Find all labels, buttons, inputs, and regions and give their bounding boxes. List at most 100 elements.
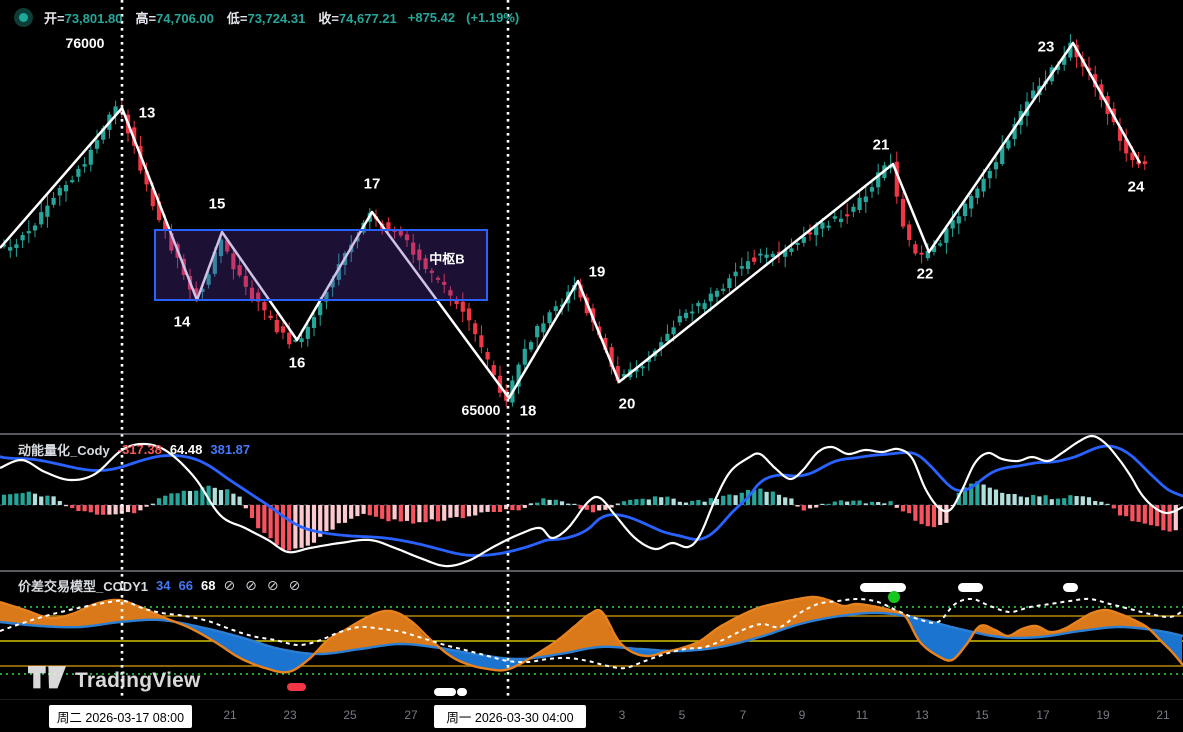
osc-hist-bar xyxy=(231,494,235,505)
osc-hist-bar xyxy=(1149,505,1153,525)
osc-hist-bar xyxy=(262,505,266,533)
candle-body xyxy=(39,212,43,224)
candle-body xyxy=(473,323,477,334)
osc-hist-bar xyxy=(634,499,638,505)
flag-icon-2: ⊘ xyxy=(245,577,259,594)
ohlc-change: +875.42 xyxy=(408,10,455,25)
time-tick-label: 17 xyxy=(1036,708,1049,722)
time-tick-label: 3 xyxy=(619,708,626,722)
osc-hist-bar xyxy=(876,502,880,505)
time-axis[interactable]: 周二 2026-03-17 08:00 周一 2026-03-30 04:00 … xyxy=(0,700,1183,732)
osc-hist-bar xyxy=(27,492,31,505)
osc-hist-bar xyxy=(21,493,25,505)
osc-hist-bar xyxy=(188,491,192,505)
candle-body xyxy=(14,244,18,248)
osc-hist-bar xyxy=(213,488,217,505)
osc-hist-bar xyxy=(324,505,328,531)
osc-hist-bar xyxy=(492,505,496,512)
candle-body xyxy=(696,303,700,306)
white-pill-marker xyxy=(958,583,983,592)
osc-hist-bar xyxy=(1037,496,1041,505)
osc-hist-bar xyxy=(647,499,651,505)
osc-hist-bar xyxy=(498,505,502,512)
flag-icon-3: ⊘ xyxy=(267,577,281,594)
osc-hist-bar xyxy=(424,505,428,522)
osc-hist-bar xyxy=(839,500,843,505)
osc-hist-bar xyxy=(789,498,793,505)
candle-body xyxy=(913,244,917,253)
indicator-momentum-header[interactable]: 动能量化_Cody -317.38 64.48 381.87 xyxy=(18,440,250,459)
chart-canvas[interactable] xyxy=(0,0,1183,732)
osc-hist-bar xyxy=(89,505,93,512)
indicator-momentum-slow-value: 381.87 xyxy=(210,442,250,457)
osc-hist-bar xyxy=(151,504,155,505)
osc-hist-bar xyxy=(1161,505,1165,530)
osc-hist-bar xyxy=(362,505,366,514)
osc-hist-bar xyxy=(548,500,552,505)
watermark-brand-text: TradingView xyxy=(75,669,201,693)
osc-hist-bar xyxy=(157,498,161,505)
osc-hist-bar xyxy=(560,501,564,505)
osc-hist-bar xyxy=(734,495,738,505)
osc-hist-bar xyxy=(461,505,465,518)
osc-hist-bar xyxy=(269,505,273,538)
osc-hist-bar xyxy=(33,494,37,505)
osc-hist-bar xyxy=(1050,499,1054,505)
candle-body xyxy=(901,199,905,227)
osc-hist-bar xyxy=(374,505,378,517)
time-tick-label: 25 xyxy=(343,708,356,722)
osc-hist-bar xyxy=(145,505,149,507)
indicator-spread-header[interactable]: 价差交易模型_CODY1 34 66 68 ⊘ ⊘ ⊘ ⊘ xyxy=(18,576,302,595)
candle-body xyxy=(758,254,762,256)
osc-hist-bar xyxy=(1093,501,1097,505)
osc-hist-bar xyxy=(944,505,948,523)
candle-body xyxy=(287,333,291,345)
candle-body xyxy=(975,189,979,198)
candle-body xyxy=(89,150,93,165)
osc-hist-bar xyxy=(45,496,49,505)
osc-hist-bar xyxy=(889,501,893,505)
candle-body xyxy=(920,253,924,255)
osc-hist-bar xyxy=(777,495,781,505)
osc-hist-bar xyxy=(907,505,911,513)
osc-hist-bar xyxy=(1013,494,1017,505)
candle-body xyxy=(33,226,37,231)
osc-hist-bar xyxy=(771,492,775,505)
osc-hist-bar xyxy=(684,503,688,505)
osc-hist-bar xyxy=(95,505,99,515)
time-tick-label: 27 xyxy=(404,708,417,722)
osc-hist-bar xyxy=(796,505,800,507)
ohlc-high: 高=74,706.00 xyxy=(133,8,217,27)
osc-hist-bar xyxy=(1000,493,1004,505)
osc-hist-bar xyxy=(132,505,136,513)
candle-body xyxy=(870,187,874,191)
candle-body xyxy=(300,338,304,342)
tradingview-watermark[interactable]: TradingView xyxy=(28,666,201,695)
candle-body xyxy=(262,302,266,310)
osc-hist-bar xyxy=(1099,502,1103,505)
osc-hist-bar xyxy=(814,505,818,508)
osc-hist-bar xyxy=(405,505,409,521)
red-pill-marker xyxy=(287,683,306,691)
time-tick-label: 21 xyxy=(1156,708,1169,722)
osc-hist-bar xyxy=(1019,497,1023,505)
ohlc-legend[interactable]: 开=73,801.80 高=74,706.00 低=73,724.31 收=74… xyxy=(14,8,523,27)
candle-body xyxy=(672,327,676,334)
indicator-momentum-hist-value: -317.38 xyxy=(118,442,162,457)
candle-body xyxy=(715,291,719,297)
time-tick-label: 23 xyxy=(283,708,296,722)
candle-body xyxy=(535,326,539,337)
candle-body xyxy=(827,226,831,228)
osc-hist-bar xyxy=(281,505,285,549)
candle-body xyxy=(523,349,527,365)
osc-hist-bar xyxy=(1068,495,1072,505)
osc-hist-bar xyxy=(1044,495,1048,505)
time-tick-label: 21 xyxy=(223,708,236,722)
osc-hist-bar xyxy=(244,505,248,508)
ribbon-panel xyxy=(0,597,1183,674)
white-pill-marker xyxy=(434,688,456,696)
candle-body xyxy=(845,214,849,216)
osc-hist-bar xyxy=(1025,497,1029,505)
candle-body xyxy=(721,289,725,291)
osc-hist-bar xyxy=(597,505,601,510)
